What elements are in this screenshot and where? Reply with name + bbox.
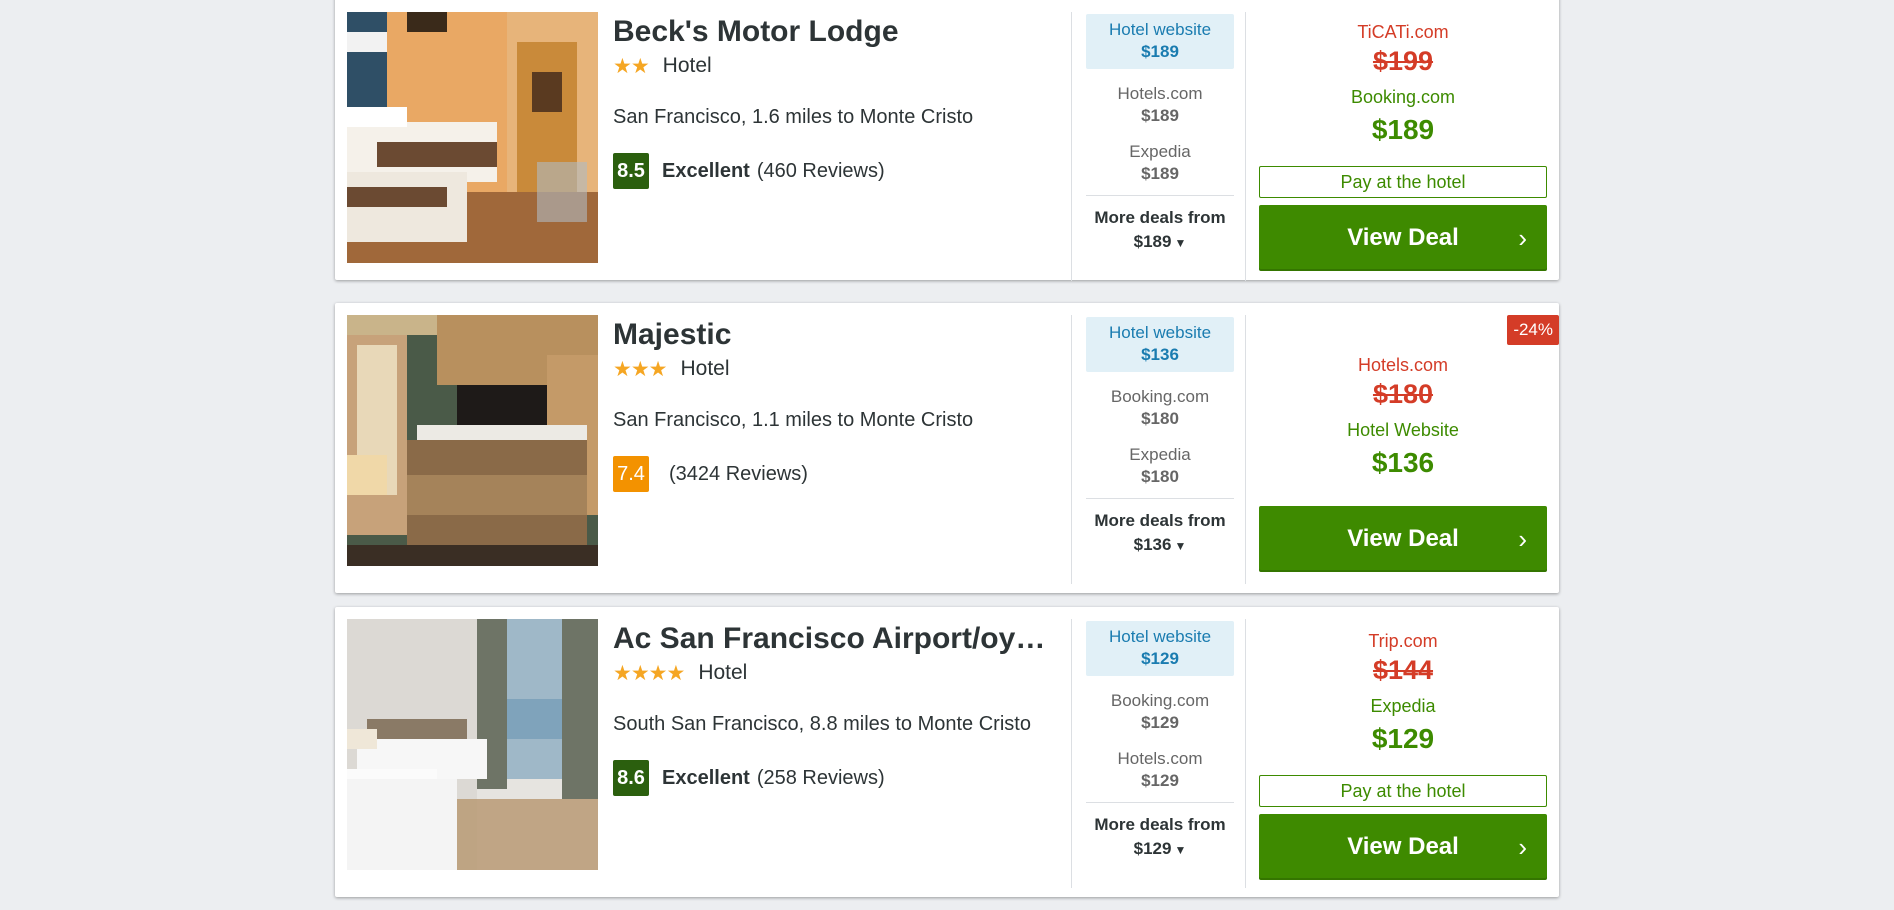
deal-hotel-website[interactable]: Hotel website $129 bbox=[1086, 621, 1234, 676]
view-deal-button[interactable]: View Deal › bbox=[1259, 814, 1547, 880]
best-deal-site: Expedia bbox=[1370, 696, 1436, 716]
view-deal-button[interactable]: View Deal › bbox=[1259, 506, 1547, 572]
hotel-name[interactable]: Majestic bbox=[613, 317, 1053, 353]
deal-price: $129 bbox=[1141, 771, 1179, 790]
deal-item[interactable]: Hotels.com $189 bbox=[1086, 83, 1234, 127]
divider bbox=[1071, 619, 1072, 888]
star-rating: ★★★ bbox=[613, 357, 667, 381]
rating-label: Excellent bbox=[662, 159, 750, 182]
pay-at-hotel-badge: Pay at the hotel bbox=[1259, 166, 1547, 198]
best-deal-price: $129 bbox=[1371, 723, 1435, 754]
view-deal-label: View Deal bbox=[1347, 224, 1459, 251]
more-deals-label: More deals from bbox=[1094, 815, 1226, 834]
compare-price: $180 bbox=[1372, 379, 1434, 409]
deal-site: Hotels.com bbox=[1117, 749, 1203, 768]
more-deals-toggle[interactable]: More deals from $129 ▼ bbox=[1086, 802, 1234, 862]
hotel-photo[interactable] bbox=[347, 315, 598, 566]
deal-item[interactable]: Hotels.com $129 bbox=[1086, 748, 1234, 792]
chevron-right-icon: › bbox=[1518, 223, 1527, 253]
deal-site: Hotel website bbox=[1108, 323, 1212, 342]
deal-item[interactable]: Booking.com $180 bbox=[1086, 386, 1234, 430]
best-deal-site: Booking.com bbox=[1350, 87, 1456, 107]
review-count[interactable]: (460 Reviews) bbox=[757, 160, 885, 183]
hotel-location: South San Francisco, 8.8 miles to Monte … bbox=[613, 713, 1031, 735]
review-count[interactable]: (3424 Reviews) bbox=[669, 463, 808, 486]
chevron-right-icon: › bbox=[1518, 524, 1527, 554]
deal-hotel-website[interactable]: Hotel website $189 bbox=[1086, 14, 1234, 69]
compare-price: $144 bbox=[1372, 655, 1434, 685]
hotel-name[interactable]: Beck's Motor Lodge bbox=[613, 14, 1053, 50]
best-deal-price: $136 bbox=[1371, 447, 1435, 478]
more-deals-price: $129 bbox=[1133, 839, 1172, 858]
more-deals-label: More deals from bbox=[1094, 511, 1226, 530]
deal-price: $129 bbox=[1141, 649, 1179, 668]
deal-price: $129 bbox=[1141, 713, 1179, 732]
divider bbox=[1245, 12, 1246, 281]
view-deal-label: View Deal bbox=[1347, 833, 1459, 860]
hotel-name[interactable]: Ac San Francisco Airport/oyster Point Wa… bbox=[613, 621, 1053, 657]
deal-item[interactable]: Booking.com $129 bbox=[1086, 690, 1234, 734]
pay-at-hotel-badge: Pay at the hotel bbox=[1259, 775, 1547, 807]
deal-price: $180 bbox=[1141, 467, 1179, 486]
compare-site: Hotels.com bbox=[1357, 355, 1449, 375]
more-deals-price: $189 bbox=[1133, 232, 1172, 251]
deal-price: $180 bbox=[1141, 409, 1179, 428]
hotel-type: Hotel bbox=[680, 357, 730, 380]
discount-badge: -24% bbox=[1507, 315, 1559, 345]
review-count[interactable]: (258 Reviews) bbox=[757, 767, 885, 790]
compare-price: $199 bbox=[1372, 46, 1434, 76]
deal-site: Booking.com bbox=[1110, 387, 1210, 406]
deal-price: $189 bbox=[1141, 164, 1179, 183]
deal-price: $136 bbox=[1141, 345, 1179, 364]
best-deal-price: $189 bbox=[1371, 114, 1435, 145]
chevron-down-icon: ▼ bbox=[1174, 538, 1187, 553]
deal-price: $189 bbox=[1141, 42, 1179, 61]
hotel-photo[interactable] bbox=[347, 619, 598, 870]
chevron-down-icon: ▼ bbox=[1174, 842, 1187, 857]
deal-item[interactable]: Expedia $189 bbox=[1086, 141, 1234, 185]
deal-site: Expedia bbox=[1129, 142, 1191, 161]
deal-site: Hotel website bbox=[1108, 20, 1212, 39]
star-rating: ★★ bbox=[613, 54, 650, 78]
deal-site: Hotel website bbox=[1108, 627, 1212, 646]
chevron-down-icon: ▼ bbox=[1174, 235, 1187, 250]
divider bbox=[1245, 315, 1246, 584]
hotel-location: San Francisco, 1.6 miles to Monte Cristo bbox=[613, 106, 974, 128]
hotel-card: Majestic ★★★ Hotel San Francisco, 1.1 mi… bbox=[335, 303, 1559, 593]
rating-label: Excellent bbox=[662, 766, 750, 789]
deal-site: Expedia bbox=[1129, 445, 1191, 464]
best-deal-site: Hotel Website bbox=[1347, 420, 1459, 440]
divider bbox=[1245, 619, 1246, 888]
hotel-type: Hotel bbox=[662, 54, 712, 77]
more-deals-toggle[interactable]: More deals from $136 ▼ bbox=[1086, 498, 1234, 558]
chevron-right-icon: › bbox=[1518, 832, 1527, 862]
hotel-type: Hotel bbox=[698, 661, 748, 684]
star-rating: ★★★★ bbox=[613, 661, 685, 685]
rating-score: 8.6 bbox=[613, 760, 649, 796]
divider bbox=[1071, 12, 1072, 281]
compare-site: Trip.com bbox=[1368, 631, 1438, 651]
more-deals-price: $136 bbox=[1133, 535, 1172, 554]
compare-site: TiCATi.com bbox=[1357, 22, 1449, 42]
hotel-card: Ac San Francisco Airport/oyster Point Wa… bbox=[335, 607, 1559, 897]
deal-hotel-website[interactable]: Hotel website $136 bbox=[1086, 317, 1234, 372]
hotel-location: San Francisco, 1.1 miles to Monte Cristo bbox=[613, 409, 974, 431]
deal-site: Hotels.com bbox=[1117, 84, 1203, 103]
deal-price: $189 bbox=[1141, 106, 1179, 125]
rating-score: 7.4 bbox=[613, 456, 649, 492]
rating-score: 8.5 bbox=[613, 153, 649, 189]
hotel-card: Beck's Motor Lodge ★★ Hotel San Francisc… bbox=[335, 0, 1559, 281]
deal-site: Booking.com bbox=[1110, 691, 1210, 710]
view-deal-label: View Deal bbox=[1347, 525, 1459, 552]
more-deals-label: More deals from bbox=[1094, 208, 1226, 227]
hotel-photo[interactable] bbox=[347, 12, 598, 263]
deal-item[interactable]: Expedia $180 bbox=[1086, 444, 1234, 488]
divider bbox=[1071, 315, 1072, 584]
view-deal-button[interactable]: View Deal › bbox=[1259, 205, 1547, 271]
more-deals-toggle[interactable]: More deals from $189 ▼ bbox=[1086, 195, 1234, 255]
